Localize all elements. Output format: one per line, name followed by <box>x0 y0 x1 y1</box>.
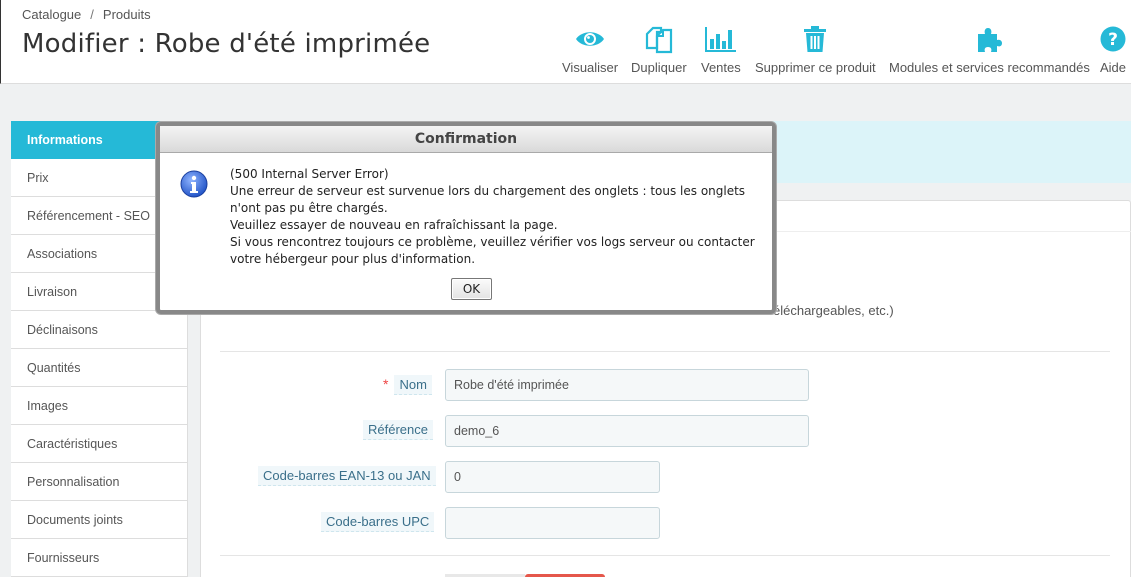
breadcrumb-separator: / <box>90 7 94 22</box>
delete-product-button[interactable]: Supprimer ce produit <box>755 22 876 75</box>
ok-button[interactable]: OK <box>451 278 492 300</box>
sales-label: Ventes <box>701 60 741 75</box>
dialog-title: Confirmation <box>160 126 772 153</box>
reference-label: Référence <box>363 420 433 440</box>
dialog-message-line: Une erreur de serveur est survenue lors … <box>230 184 746 215</box>
sales-button[interactable]: Ventes <box>701 22 741 75</box>
page-title: Modifier : Robe d'été imprimée <box>22 29 431 59</box>
tab-quantites[interactable]: Quantités <box>11 349 188 387</box>
help-icon: ? <box>1100 22 1126 56</box>
breadcrumb-catalogue[interactable]: Catalogue <box>22 7 81 22</box>
product-type-text: éléchargeables, etc.) <box>773 303 894 318</box>
form-divider-bottom <box>220 555 1110 556</box>
eye-icon <box>562 22 618 56</box>
tab-declinaisons[interactable]: Déclinaisons <box>11 311 188 349</box>
dialog-message: (500 Internal Server Error) Une erreur d… <box>230 166 760 268</box>
info-alert <box>770 121 1131 183</box>
tab-documents-joints[interactable]: Documents joints <box>11 501 188 539</box>
breadcrumb-products[interactable]: Produits <box>103 7 151 22</box>
recommended-modules-button[interactable]: Modules et services recommandés <box>889 22 1090 75</box>
ean-label: Code-barres EAN-13 ou JAN <box>258 466 436 486</box>
help-button[interactable]: ? Aide <box>1100 22 1126 75</box>
preview-button[interactable]: Visualiser <box>562 22 618 75</box>
dialog-message-line: Veuillez essayer de nouveau en rafraîchi… <box>230 218 558 232</box>
info-icon <box>180 170 208 198</box>
recommended-modules-label: Modules et services recommandés <box>889 60 1090 75</box>
trash-icon <box>755 22 876 56</box>
upc-input[interactable] <box>445 507 660 539</box>
copy-icon <box>631 22 687 56</box>
form-divider <box>220 351 1110 352</box>
help-label: Aide <box>1100 60 1127 75</box>
confirmation-dialog: Confirmation (500 Internal Server Error)… <box>156 122 776 314</box>
tab-fournisseurs[interactable]: Fournisseurs <box>11 539 188 577</box>
upc-label: Code-barres UPC <box>321 512 435 532</box>
duplicate-button[interactable]: Dupliquer <box>631 22 687 75</box>
required-marker: * <box>383 376 389 392</box>
name-label: * Nom <box>383 375 432 395</box>
svg-text:?: ? <box>1108 30 1118 50</box>
ean-input[interactable]: 0 <box>445 461 660 493</box>
name-input[interactable]: Robe d'été imprimée <box>445 369 809 401</box>
delete-product-label: Supprimer ce produit <box>755 60 876 75</box>
duplicate-label: Dupliquer <box>631 60 687 75</box>
dialog-message-line: (500 Internal Server Error) <box>230 167 389 181</box>
bar-chart-icon <box>701 22 741 56</box>
puzzle-icon <box>889 22 1090 56</box>
breadcrumb: Catalogue / Produits <box>22 7 151 22</box>
reference-input[interactable]: demo_6 <box>445 415 809 447</box>
preview-label: Visualiser <box>562 60 619 75</box>
dialog-message-line: Si vous rencontrez toujours ce problème,… <box>230 235 755 266</box>
tab-images[interactable]: Images <box>11 387 188 425</box>
page-header: Catalogue / Produits Modifier : Robe d'été… <box>0 0 1131 84</box>
tab-personnalisation[interactable]: Personnalisation <box>11 463 188 501</box>
tab-caracteristiques[interactable]: Caractéristiques <box>11 425 188 463</box>
